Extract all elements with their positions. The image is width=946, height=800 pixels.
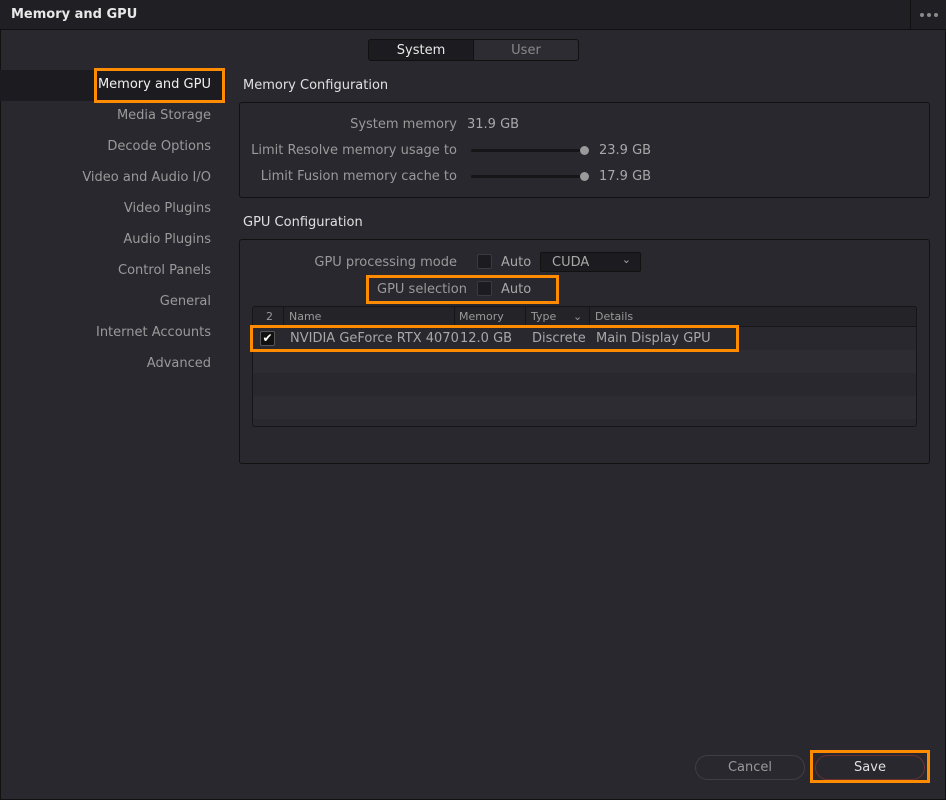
system-memory-label: System memory (350, 117, 457, 132)
table-row-empty (253, 396, 916, 419)
chevron-down-icon: ⌄ (621, 253, 631, 266)
sidebar-item-general[interactable]: General (160, 294, 211, 309)
fusion-cache-label: Limit Fusion memory cache to (260, 169, 457, 184)
sidebar-item-video-audio-io[interactable]: Video and Audio I/O (82, 170, 211, 185)
processing-auto-checkbox[interactable] (477, 254, 492, 269)
cancel-button[interactable]: Cancel (695, 755, 805, 780)
scope-tabs: System User (368, 39, 579, 61)
col-divider (525, 307, 526, 327)
tab-user[interactable]: User (474, 40, 578, 60)
resolve-memory-value: 23.9 GB (599, 143, 652, 158)
gpu-processing-mode-label: GPU processing mode (314, 255, 457, 270)
processing-auto-label: Auto (501, 255, 532, 270)
slider-track (471, 175, 584, 178)
processing-mode-dropdown[interactable]: CUDA ⌄ (540, 252, 641, 272)
ellipsis-icon (919, 13, 924, 17)
gpu-name: NVIDIA GeForce RTX 4070 (290, 331, 459, 346)
col-type[interactable]: Type (531, 310, 556, 323)
selection-auto-label: Auto (501, 282, 532, 297)
gpu-selection-label: GPU selection (377, 282, 467, 297)
col-memory[interactable]: Memory (459, 310, 504, 323)
gpu-row-checkbox[interactable]: ✔ (260, 331, 275, 346)
slider-knob[interactable] (580, 172, 589, 181)
ellipsis-icon (926, 13, 931, 17)
checkmark-icon: ✔ (262, 331, 273, 345)
sidebar-item-advanced[interactable]: Advanced (147, 356, 211, 371)
gpu-table: 2 Name Memory Type ⌄ Details ✔ NVIDIA Ge… (252, 306, 917, 427)
save-button[interactable]: Save (815, 755, 925, 780)
table-row[interactable]: ✔ NVIDIA GeForce RTX 4070 12.0 GB Discre… (253, 327, 916, 350)
sidebar-item-internet-accounts[interactable]: Internet Accounts (96, 325, 211, 340)
window-title: Memory and GPU (11, 7, 138, 22)
chevron-down-icon[interactable]: ⌄ (573, 310, 582, 323)
processing-mode-value: CUDA (552, 255, 590, 270)
sidebar-item-control-panels[interactable]: Control Panels (118, 263, 211, 278)
col-name[interactable]: Name (289, 310, 321, 323)
gpu-details: Main Display GPU (596, 331, 711, 346)
gpu-section-title: GPU Configuration (243, 215, 363, 230)
table-row-empty (253, 350, 916, 373)
col-divider (454, 307, 455, 327)
sidebar-item-video-plugins[interactable]: Video Plugins (124, 201, 211, 216)
selection-auto-checkbox[interactable] (477, 281, 492, 296)
sidebar-item-memory-and-gpu[interactable]: Memory and GPU (98, 77, 211, 92)
sidebar-item-audio-plugins[interactable]: Audio Plugins (123, 232, 211, 247)
gpu-type: Discrete (532, 331, 586, 346)
col-details[interactable]: Details (595, 310, 633, 323)
resolve-memory-slider[interactable] (471, 145, 589, 157)
resolve-memory-label: Limit Resolve memory usage to (251, 143, 457, 158)
table-row-empty (253, 373, 916, 396)
more-options-button[interactable] (910, 0, 946, 30)
sidebar-item-decode-options[interactable]: Decode Options (107, 139, 211, 154)
ellipsis-icon (933, 13, 938, 17)
slider-track (471, 149, 584, 152)
system-memory-value: 31.9 GB (467, 117, 520, 132)
fusion-cache-value: 17.9 GB (599, 169, 652, 184)
fusion-cache-slider[interactable] (471, 171, 589, 183)
memory-section-title: Memory Configuration (243, 78, 389, 93)
slider-knob[interactable] (580, 146, 589, 155)
title-bar: Memory and GPU (0, 0, 946, 30)
tab-system[interactable]: System (369, 40, 474, 60)
gpu-memory: 12.0 GB (460, 331, 513, 346)
col-divider (589, 307, 590, 327)
sidebar-item-media-storage[interactable]: Media Storage (117, 108, 211, 123)
col-divider (283, 307, 284, 327)
table-header: 2 Name Memory Type ⌄ Details (253, 307, 916, 327)
col-count: 2 (266, 310, 273, 323)
